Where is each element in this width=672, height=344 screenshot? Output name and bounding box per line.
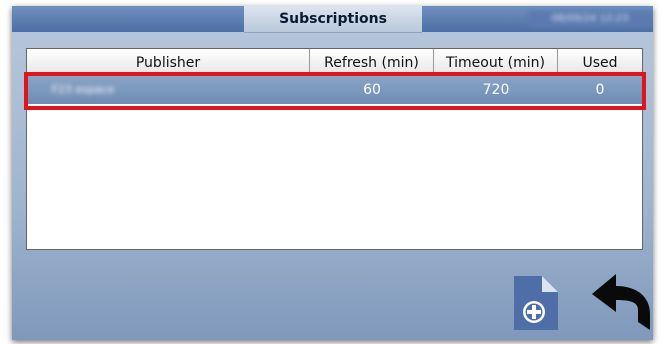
row-highlight-box xyxy=(24,72,646,110)
back-arrow-icon xyxy=(592,274,650,330)
add-subscription-button[interactable] xyxy=(512,276,560,332)
title-bar: Subscriptions 08/09/24 12:23 xyxy=(12,6,653,33)
subscriptions-screen: Subscriptions 08/09/24 12:23 Publisher R… xyxy=(12,6,653,340)
add-document-icon xyxy=(514,276,558,330)
title-tab: Subscriptions xyxy=(244,6,422,33)
back-button[interactable] xyxy=(590,272,653,334)
datetime-display: 08/09/24 12:23 xyxy=(528,11,652,27)
page-title: Subscriptions xyxy=(279,11,387,27)
